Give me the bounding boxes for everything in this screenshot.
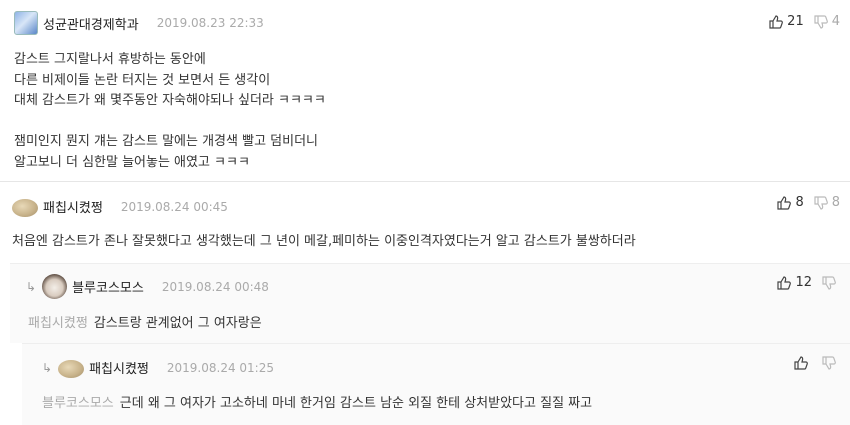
- thumbs-up-icon[interactable]: [794, 356, 808, 370]
- downvote-count: 4: [831, 14, 840, 29]
- reply-arrow-icon: ↳: [42, 360, 53, 375]
- comment-text: 처음엔 감스트가 존나 잘못했다고 생각했는데 그 년이 메갈,페미하는 이중인…: [12, 234, 636, 249]
- reply-to-nickname[interactable]: 패칩시켰쩡: [28, 316, 88, 331]
- reply-comment: ↳ 패칩시켰쩡 2019.08.24 01:25 블루코스모스 근데 왜 그 여자…: [22, 343, 850, 425]
- thumbs-up-icon[interactable]: [777, 195, 792, 210]
- comment-header: 성균관대경제학과 2019.08.23 22:33: [14, 11, 264, 35]
- avatar[interactable]: [42, 274, 68, 299]
- thumbs-down-icon[interactable]: [814, 195, 828, 210]
- vote-box: [794, 356, 840, 370]
- thumbs-down-icon[interactable]: [822, 275, 836, 290]
- comment: 성균관대경제학과 2019.08.23 22:33 21 4 감스트 그지랄나서…: [0, 0, 850, 181]
- comment-nickname[interactable]: 패칩시켰쩡: [89, 358, 149, 377]
- avatar[interactable]: [58, 360, 85, 378]
- avatar[interactable]: [14, 11, 38, 35]
- reply-to-nickname[interactable]: 블루코스모스: [42, 396, 114, 411]
- thumbs-down-icon[interactable]: [814, 14, 828, 29]
- comment-header: ↳ 패칩시켰쩡 2019.08.24 01:25: [42, 357, 274, 378]
- comment-header: 패칩시켰쩡 2019.08.24 00:45: [12, 196, 228, 217]
- comment-date: 2019.08.24 01:25: [166, 360, 274, 375]
- thumbs-up-icon[interactable]: [777, 275, 792, 290]
- thumbs-down-icon[interactable]: [822, 356, 836, 370]
- comment-date: 2019.08.23 22:33: [156, 16, 264, 30]
- vote-box: 21 4: [769, 14, 840, 29]
- comment-nickname[interactable]: 패칩시켰쩡: [43, 197, 103, 216]
- comment-date: 2019.08.24 00:45: [120, 199, 228, 214]
- comment-text: 감스트 그지랄나서 휴방하는 동안에 다른 비제이들 논란 터지는 것 보면서 …: [14, 52, 326, 170]
- upvote-count: 12: [795, 275, 812, 290]
- reply-comment: ↳ 블루코스모스 2019.08.24 00:48 12 패칩시켰쩡 감스트랑 관…: [10, 263, 850, 343]
- comment: 패칩시켰쩡 2019.08.24 00:45 8 8 처음엔 감스트가 존나 잘…: [0, 181, 850, 263]
- reply-body: 감스트랑 관계없어 그 여자랑은: [93, 316, 262, 331]
- comment-nickname[interactable]: 블루코스모스: [72, 277, 144, 296]
- avatar[interactable]: [12, 199, 38, 217]
- comment-text: 블루코스모스 근데 왜 그 여자가 고소하네 마네 한거임 감스트 남순 외질 한…: [42, 394, 592, 415]
- comment-header: ↳ 블루코스모스 2019.08.24 00:48: [26, 274, 269, 299]
- reply-body: 근데 왜 그 여자가 고소하네 마네 한거임 감스트 남순 외질 한테 상처받았…: [119, 396, 593, 411]
- comment-text: 패칩시켰쩡 감스트랑 관계없어 그 여자랑은: [28, 314, 262, 335]
- vote-box: 12: [777, 275, 840, 290]
- upvote-count: 8: [795, 195, 804, 210]
- comment-nickname[interactable]: 성균관대경제학과: [43, 14, 139, 33]
- vote-box: 8 8: [777, 195, 840, 210]
- reply-arrow-icon: ↳: [26, 279, 37, 294]
- downvote-count: 8: [831, 195, 840, 210]
- comment-date: 2019.08.24 00:48: [161, 279, 269, 294]
- thumbs-up-icon[interactable]: [769, 14, 784, 29]
- upvote-count: 21: [787, 14, 804, 29]
